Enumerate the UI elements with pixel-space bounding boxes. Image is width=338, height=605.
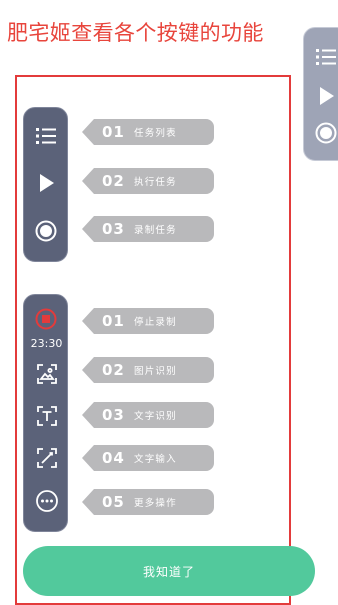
recording-toolbar-panel: 23:30 bbox=[23, 294, 68, 532]
tag-text-input: 04 文字输入 bbox=[82, 445, 214, 471]
list-icon[interactable] bbox=[33, 123, 59, 149]
main-toolbar-panel bbox=[23, 107, 68, 262]
tag-label: 录制任务 bbox=[134, 225, 177, 236]
text-recognition-icon[interactable] bbox=[35, 404, 59, 428]
tag-label: 停止录制 bbox=[134, 317, 177, 328]
tag-number: 01 bbox=[102, 312, 125, 330]
more-icon[interactable] bbox=[35, 489, 59, 513]
floating-toolbar[interactable] bbox=[303, 27, 338, 161]
tag-run-task: 02 执行任务 bbox=[82, 168, 214, 194]
tag-number: 05 bbox=[102, 493, 125, 511]
tag-text-recognition: 03 文字识别 bbox=[82, 402, 214, 428]
tag-label: 任务列表 bbox=[134, 128, 177, 139]
tag-image-recognition: 02 图片识别 bbox=[82, 357, 214, 383]
image-recognition-icon[interactable] bbox=[35, 362, 59, 386]
list-icon[interactable] bbox=[313, 44, 338, 70]
play-icon[interactable] bbox=[313, 83, 338, 109]
tag-number: 02 bbox=[102, 172, 125, 190]
text-input-icon[interactable] bbox=[35, 446, 59, 470]
tag-task-list: 01 任务列表 bbox=[82, 119, 214, 145]
tag-number: 03 bbox=[102, 406, 125, 424]
got-it-button[interactable]: 我知道了 bbox=[23, 546, 315, 596]
record-icon[interactable] bbox=[33, 218, 59, 244]
tag-more-actions: 05 更多操作 bbox=[82, 489, 214, 515]
play-icon[interactable] bbox=[33, 170, 59, 196]
tag-stop-record: 01 停止录制 bbox=[82, 308, 214, 334]
tag-label: 图片识别 bbox=[134, 366, 177, 377]
tag-number: 03 bbox=[102, 220, 125, 238]
tag-record-task: 03 录制任务 bbox=[82, 216, 214, 242]
record-icon[interactable] bbox=[313, 120, 338, 146]
page-title: 肥宅姬查看各个按键的功能 bbox=[7, 21, 264, 45]
tag-label: 文字输入 bbox=[134, 454, 177, 465]
record-timer: 23:30 bbox=[30, 337, 63, 350]
tag-number: 02 bbox=[102, 361, 125, 379]
tag-label: 更多操作 bbox=[134, 498, 177, 509]
stop-record-icon[interactable] bbox=[35, 308, 57, 330]
tag-label: 执行任务 bbox=[134, 177, 177, 188]
tag-number: 01 bbox=[102, 123, 125, 141]
tag-label: 文字识别 bbox=[134, 411, 177, 422]
tag-number: 04 bbox=[102, 449, 125, 467]
